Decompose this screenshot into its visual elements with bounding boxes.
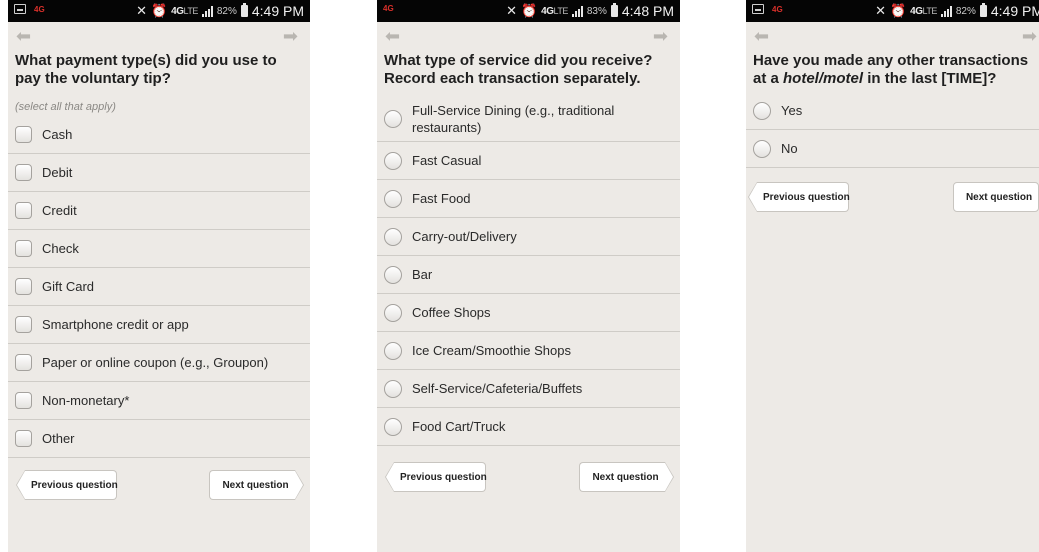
back-arrow-icon[interactable]: ⬅ xyxy=(16,27,31,45)
alarm-icon: ⏰ xyxy=(150,3,168,18)
option-coupon[interactable]: Paper or online coupon (e.g., Groupon) xyxy=(8,344,310,382)
radio-button[interactable] xyxy=(384,227,402,246)
select-hint: (select all that apply) xyxy=(15,101,116,113)
status-bar: 4G ✕ ⏰ 4GLTE 83% 4:48 PM xyxy=(377,0,680,22)
signal-icon xyxy=(571,5,583,17)
carrier-badge: 4G xyxy=(383,4,394,13)
option-check[interactable]: Check xyxy=(8,230,310,268)
carrier-badge: 4G xyxy=(772,4,783,14)
radio-button[interactable] xyxy=(384,151,402,170)
question-nav-buttons: Previous question Next question xyxy=(377,462,680,500)
clock: 4:48 PM xyxy=(621,3,674,19)
next-question-button[interactable]: Next question xyxy=(953,182,1039,212)
option-non-monetary[interactable]: Non-monetary* xyxy=(8,382,310,420)
phone-screen-payment-type: 4G ✕ ⏰ 4GLTE 82% 4:49 PM ⬅ ➡ What paymen… xyxy=(8,0,310,552)
notification-icon xyxy=(752,4,764,14)
status-bar: 4G ✕ ⏰ 4GLTE 82% 4:49 PM xyxy=(8,0,310,22)
checkbox[interactable] xyxy=(15,240,32,257)
vibrate-mute-icon: ✕ xyxy=(506,3,517,18)
alarm-icon: ⏰ xyxy=(520,3,538,18)
option-yes[interactable]: Yes xyxy=(746,92,1039,130)
carrier-badge: 4G xyxy=(34,4,45,14)
option-carry-out[interactable]: Carry-out/Delivery xyxy=(377,218,680,256)
option-full-service-dining[interactable]: Full-Service Dining (e.g., traditional r… xyxy=(377,96,680,142)
radio-button[interactable] xyxy=(384,189,402,208)
checkbox[interactable] xyxy=(15,430,32,447)
forward-arrow-icon[interactable]: ➡ xyxy=(653,27,668,45)
option-list: Cash Debit Credit Check Gift Card Smartp… xyxy=(8,116,310,458)
radio-button[interactable] xyxy=(384,341,402,360)
forward-arrow-icon[interactable]: ➡ xyxy=(283,27,298,45)
question-emphasis: hotel/motel xyxy=(783,70,864,87)
radio-button[interactable] xyxy=(384,303,402,322)
radio-button[interactable] xyxy=(384,417,402,436)
question-text: What payment type(s) did you use to pay … xyxy=(15,52,277,87)
radio-button[interactable] xyxy=(384,109,402,128)
option-cash[interactable]: Cash xyxy=(8,116,310,154)
option-bar[interactable]: Bar xyxy=(377,256,680,294)
status-bar: 4G ✕ ⏰ 4GLTE 82% 4:49 PM xyxy=(746,0,1039,22)
forward-arrow-icon[interactable]: ➡ xyxy=(1022,27,1037,45)
survey-nav-bar: ⬅ ➡ xyxy=(746,22,1039,52)
checkbox[interactable] xyxy=(15,278,32,295)
option-other[interactable]: Other xyxy=(8,420,310,458)
back-arrow-icon[interactable]: ⬅ xyxy=(385,27,400,45)
option-no[interactable]: No xyxy=(746,130,1039,168)
question-nav-buttons: Previous question Next question xyxy=(746,182,1039,220)
phone-screen-service-type: 4G ✕ ⏰ 4GLTE 83% 4:48 PM ⬅ ➡ What type o… xyxy=(377,0,680,552)
battery-percent: 82% xyxy=(955,5,976,17)
radio-button[interactable] xyxy=(753,139,771,158)
question-text: Have you made any other transactions at … xyxy=(753,52,1029,87)
option-credit[interactable]: Credit xyxy=(8,192,310,230)
battery-icon xyxy=(610,3,618,17)
checkbox[interactable] xyxy=(15,202,32,219)
checkbox[interactable] xyxy=(15,164,32,181)
option-fast-casual[interactable]: Fast Casual xyxy=(377,142,680,180)
network-type: 4GLTE xyxy=(171,5,198,17)
survey-nav-bar: ⬅ ➡ xyxy=(377,22,680,52)
option-debit[interactable]: Debit xyxy=(8,154,310,192)
option-ice-cream[interactable]: Ice Cream/Smoothie Shops xyxy=(377,332,680,370)
notification-icon xyxy=(14,4,26,14)
clock: 4:49 PM xyxy=(251,3,304,19)
option-list: Yes No xyxy=(746,92,1039,168)
previous-question-button[interactable]: Previous question xyxy=(748,182,850,212)
signal-icon xyxy=(940,5,952,17)
checkbox[interactable] xyxy=(15,316,32,333)
option-fast-food[interactable]: Fast Food xyxy=(377,180,680,218)
network-type: 4GLTE xyxy=(541,5,568,17)
option-smartphone[interactable]: Smartphone credit or app xyxy=(8,306,310,344)
option-list: Full-Service Dining (e.g., traditional r… xyxy=(377,96,680,446)
option-food-cart[interactable]: Food Cart/Truck xyxy=(377,408,680,446)
checkbox[interactable] xyxy=(15,354,32,371)
checkbox[interactable] xyxy=(15,126,32,143)
option-coffee-shops[interactable]: Coffee Shops xyxy=(377,294,680,332)
alarm-icon: ⏰ xyxy=(889,3,907,18)
radio-button[interactable] xyxy=(384,379,402,398)
previous-question-button[interactable]: Previous question xyxy=(16,470,118,500)
question-nav-buttons: Previous question Next question xyxy=(8,470,310,508)
next-question-button[interactable]: Next question xyxy=(579,462,674,492)
option-gift-card[interactable]: Gift Card xyxy=(8,268,310,306)
signal-icon xyxy=(201,5,213,17)
radio-button[interactable] xyxy=(753,101,771,120)
phone-screen-hotel-transactions: 4G ✕ ⏰ 4GLTE 82% 4:49 PM ⬅ ➡ Have you ma… xyxy=(746,0,1039,552)
battery-icon xyxy=(240,3,248,17)
battery-percent: 83% xyxy=(586,5,607,17)
vibrate-mute-icon: ✕ xyxy=(136,3,147,18)
next-question-button[interactable]: Next question xyxy=(209,470,304,500)
vibrate-mute-icon: ✕ xyxy=(875,3,886,18)
option-self-service[interactable]: Self-Service/Cafeteria/Buffets xyxy=(377,370,680,408)
battery-percent: 82% xyxy=(216,5,237,17)
network-type: 4GLTE xyxy=(910,5,937,17)
survey-nav-bar: ⬅ ➡ xyxy=(8,22,310,52)
battery-icon xyxy=(979,3,987,17)
clock: 4:49 PM xyxy=(990,3,1039,19)
back-arrow-icon[interactable]: ⬅ xyxy=(754,27,769,45)
question-text: What type of service did you receive? Re… xyxy=(384,52,653,87)
previous-question-button[interactable]: Previous question xyxy=(385,462,487,492)
radio-button[interactable] xyxy=(384,265,402,284)
checkbox[interactable] xyxy=(15,392,32,409)
